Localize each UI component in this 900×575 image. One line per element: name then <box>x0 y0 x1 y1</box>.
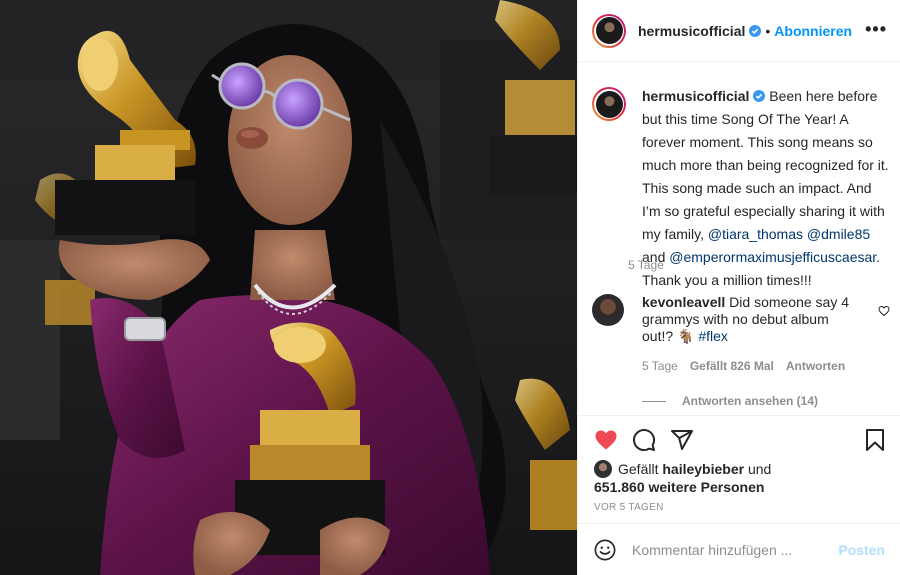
likes-summary: Gefällt haileybieber und 651.860 weitere… <box>594 460 884 496</box>
commenter-avatar[interactable] <box>592 294 624 326</box>
header-separator: • <box>765 22 771 39</box>
comment-likes[interactable]: Gefällt 826 Mal <box>690 359 774 373</box>
comments-section[interactable]: hermusicofficial Been here before but th… <box>578 62 900 415</box>
caption-text: hermusicofficial Been here before but th… <box>642 85 892 292</box>
view-replies-button[interactable]: Antworten ansehen (14) <box>642 394 818 408</box>
heart-filled-icon[interactable] <box>594 428 618 452</box>
add-comment-bar: Posten <box>578 523 900 575</box>
heart-outline-icon[interactable] <box>878 305 890 317</box>
emoji-icon[interactable] <box>594 539 616 561</box>
likes-count[interactable]: 651.860 weitere Personen <box>594 479 764 495</box>
avatar-border <box>594 15 624 46</box>
post-date[interactable]: VOR 5 TAGEN <box>594 502 664 513</box>
post-header: hermusicofficial • Abonnieren ••• <box>578 0 900 62</box>
post-actions: Gefällt haileybieber und 651.860 weitere… <box>578 415 900 523</box>
avatar-image <box>595 17 623 44</box>
comment-input[interactable] <box>632 538 832 562</box>
bookmark-icon[interactable] <box>863 428 887 452</box>
liker-username[interactable]: haileybieber <box>662 461 744 477</box>
verified-icon <box>749 24 762 37</box>
verified-icon <box>753 90 766 102</box>
replies-line <box>642 400 666 402</box>
instagram-post: hermusicofficial • Abonnieren ••• hermus… <box>0 0 900 575</box>
commenter-username[interactable]: kevonleavell <box>642 294 725 310</box>
caption-username[interactable]: hermusicofficial <box>642 88 749 104</box>
comment-text: kevonleavell Did someone say 4 grammys w… <box>642 294 862 345</box>
post-comment-button[interactable]: Posten <box>838 542 885 558</box>
reply-button[interactable]: Antworten <box>786 359 845 373</box>
photo-illustration <box>0 0 577 575</box>
follow-button[interactable]: Abonnieren <box>774 23 852 39</box>
likes-middle: und <box>744 461 772 477</box>
mention-link[interactable]: @emperormaximusjefficuscaesar <box>669 249 876 265</box>
comment-item: kevonleavell Did someone say 4 grammys w… <box>592 294 892 373</box>
caption-avatar[interactable] <box>592 87 626 121</box>
comment-meta: 5 Tage Gefällt 826 Mal Antworten <box>642 359 892 373</box>
liker-avatar[interactable] <box>594 460 612 478</box>
author-username[interactable]: hermusicofficial <box>638 23 745 39</box>
hashtag-link[interactable]: #flex <box>698 328 728 344</box>
mention-link[interactable]: @tiara_thomas <box>708 226 803 242</box>
likes-prefix: Gefällt <box>618 461 663 477</box>
comment-icon[interactable] <box>632 428 656 452</box>
mention-link[interactable]: @dmile85 <box>807 226 870 242</box>
author-avatar[interactable] <box>592 13 626 48</box>
view-replies-label: Antworten ansehen (14) <box>682 394 819 408</box>
comment-timestamp[interactable]: 5 Tage <box>642 359 678 373</box>
post-sidebar: hermusicofficial • Abonnieren ••• hermus… <box>577 0 900 575</box>
caption-avatar-border <box>594 89 624 119</box>
caption-body: Been here before but this time Song Of T… <box>642 88 889 242</box>
more-options-icon[interactable]: ••• <box>865 20 887 38</box>
caption-timestamp[interactable]: 5 Tage <box>628 258 664 272</box>
caption-avatar-image <box>595 90 623 118</box>
post-photo[interactable] <box>0 0 577 575</box>
share-icon[interactable] <box>670 428 694 452</box>
